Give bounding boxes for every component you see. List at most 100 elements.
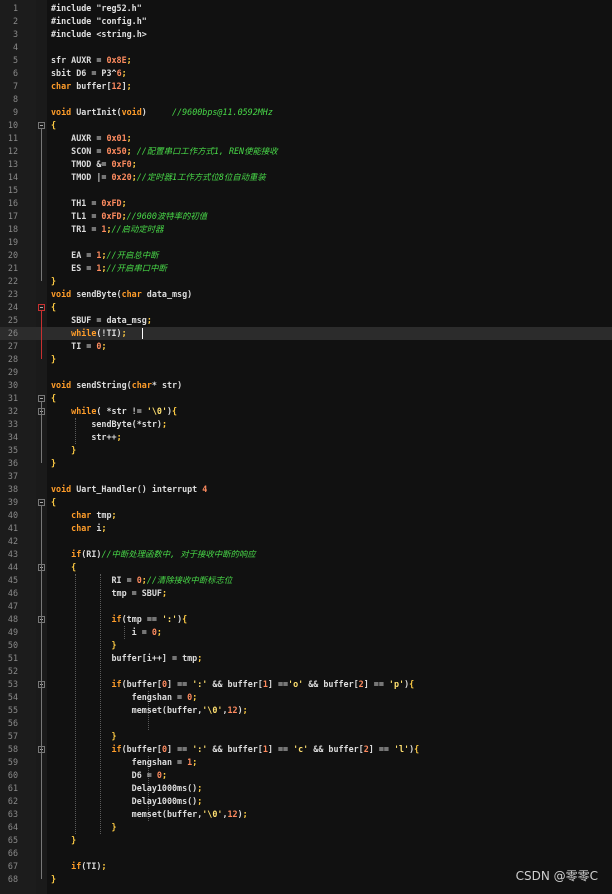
code-line[interactable]: 41 char i; [0, 522, 612, 535]
code-line[interactable]: 27 TI = 0; [0, 340, 612, 353]
code-line[interactable]: 52 [0, 665, 612, 678]
line-number: 4 [12, 42, 18, 52]
code-line[interactable]: 34 str++; [0, 431, 612, 444]
code-line[interactable]: 58 if(buffer[0] == ':' && buffer[1] == '… [0, 743, 612, 756]
code-line[interactable]: 29 [0, 366, 612, 379]
code-line[interactable]: 1 #include "reg52.h" [0, 2, 612, 15]
code-line[interactable]: 48 if(tmp == ':'){ [0, 613, 612, 626]
line-source: TI = 0; [51, 340, 106, 353]
fold-range-line [41, 311, 42, 359]
fold-toggle-icon[interactable] [38, 499, 45, 506]
code-line[interactable]: 7 char buffer[12]; [0, 80, 612, 93]
line-number: 42 [7, 536, 18, 546]
code-token: Delay1000ms() [51, 783, 198, 793]
code-line[interactable]: 44 { [0, 561, 612, 574]
code-line[interactable]: 38 void Uart_Handler() interrupt 4 [0, 483, 612, 496]
line-source: if(TI); [51, 860, 106, 873]
line-number: 38 [7, 484, 18, 494]
code-editor[interactable]: 1 #include "reg52.h" 2 #include "config.h" 3… [0, 0, 612, 894]
code-line[interactable]: 28} [0, 353, 612, 366]
code-line[interactable]: 60 D6 = 0; [0, 769, 612, 782]
code-line[interactable]: 36} [0, 457, 612, 470]
code-area[interactable]: 1 #include "reg52.h" 2 #include "config.h" 3… [0, 0, 612, 894]
line-source: #include "config.h" [51, 15, 147, 28]
code-token: * str) [151, 380, 183, 390]
line-source: while( *str != '\0'){ [51, 405, 177, 418]
code-line[interactable]: 18 TR1 = 1;//启动定时器 [0, 223, 612, 236]
code-line[interactable]: 45 RI = 0;//清除接收中断标志位 [0, 574, 612, 587]
fold-range-line [41, 753, 42, 827]
code-line[interactable]: 32 while( *str != '\0'){ [0, 405, 612, 418]
line-number: 22 [7, 276, 18, 286]
fold-toggle-icon[interactable] [38, 304, 45, 311]
code-line[interactable]: 40 char tmp; [0, 509, 612, 522]
code-line[interactable]: 42 [0, 535, 612, 548]
code-token: TL1 = [51, 211, 102, 221]
code-line[interactable]: 17 TL1 = 0xFD;//9600波特率的初值 [0, 210, 612, 223]
code-line[interactable]: 19 [0, 236, 612, 249]
code-line[interactable]: 2 #include "config.h" [0, 15, 612, 28]
code-line[interactable]: 26 while(!TI); [0, 327, 612, 340]
code-line[interactable]: 59 fengshan = 1; [0, 756, 612, 769]
line-number: 35 [7, 445, 18, 455]
code-line[interactable]: 50 } [0, 639, 612, 652]
code-line[interactable]: 31 { [0, 392, 612, 405]
line-number: 55 [7, 705, 18, 715]
code-line[interactable]: 61 Delay1000ms(); [0, 782, 612, 795]
code-token: sfr AUXR = [51, 55, 107, 65]
code-line[interactable]: 47 [0, 600, 612, 613]
code-line[interactable]: 25 SBUF = data_msg; [0, 314, 612, 327]
code-line[interactable]: 43 if(RI)//中断处理函数中, 对于接收中断的响应 [0, 548, 612, 561]
line-number: 5 [12, 55, 18, 65]
fold-toggle-icon[interactable] [38, 395, 45, 402]
code-line[interactable]: 65 } [0, 834, 612, 847]
code-line[interactable]: 22} [0, 275, 612, 288]
code-line[interactable]: 20 EA = 1;//开启总中断 [0, 249, 612, 262]
code-token: EA = [51, 250, 97, 260]
code-line[interactable]: 12 SCON = 0x50; //配置串口工作方式1, REN使能接收 [0, 145, 612, 158]
code-token: ; [242, 705, 248, 715]
code-line[interactable]: 63 memset(buffer,'\0',12); [0, 808, 612, 821]
code-line[interactable]: 10 { [0, 119, 612, 132]
code-line[interactable]: 6 sbit D6 = P3^6; [0, 67, 612, 80]
code-token: 0x8E [106, 55, 127, 65]
code-line[interactable]: 56 [0, 717, 612, 730]
code-line[interactable]: 4 [0, 41, 612, 54]
code-line[interactable]: 46 tmp = SBUF; [0, 587, 612, 600]
fold-toggle-icon[interactable] [38, 122, 45, 129]
code-line[interactable]: 30 void sendString(char* str) [0, 379, 612, 392]
code-line[interactable]: 8 [0, 93, 612, 106]
code-token: ] == [167, 679, 193, 689]
code-line[interactable]: 21 ES = 1;//开启串口中断 [0, 262, 612, 275]
code-line[interactable]: 39 { [0, 496, 612, 509]
code-token: && buffer[ [303, 679, 359, 689]
code-line[interactable]: 33 sendByte(*str); [0, 418, 612, 431]
code-line[interactable]: 24 { [0, 301, 612, 314]
code-line[interactable]: 57 } [0, 730, 612, 743]
code-line[interactable]: 54 fengshan = 0; [0, 691, 612, 704]
code-line[interactable]: 23 void sendByte(char data_msg) [0, 288, 612, 301]
code-token: D6 = [51, 770, 157, 780]
code-line[interactable]: 64 } [0, 821, 612, 834]
code-line[interactable]: 3 #include <string.h> [0, 28, 612, 41]
code-line[interactable]: 51 buffer[i++] = tmp; [0, 652, 612, 665]
code-line[interactable]: 49 i = 0; [0, 626, 612, 639]
code-line[interactable]: 5 sfr AUXR = 0x8E; [0, 54, 612, 67]
code-line[interactable]: 16 TH1 = 0xFD; [0, 197, 612, 210]
line-source: while(!TI); [51, 327, 126, 340]
code-token: ; [116, 432, 122, 442]
fold-range-line [41, 688, 42, 736]
line-source: TMOD |= 0x20;//定时器1工作方式位8位自动重装 [51, 171, 266, 184]
code-line[interactable]: 15 [0, 184, 612, 197]
code-line[interactable]: 11 AUXR = 0x01; [0, 132, 612, 145]
code-line[interactable]: 53 if(buffer[0] == ':' && buffer[1] =='o… [0, 678, 612, 691]
code-line[interactable]: 55 memset(buffer,'\0',12); [0, 704, 612, 717]
code-line[interactable]: 14 TMOD |= 0x20;//定时器1工作方式位8位自动重装 [0, 171, 612, 184]
code-line[interactable]: 35 } [0, 444, 612, 457]
code-line[interactable]: 66 [0, 847, 612, 860]
code-line[interactable]: 62 Delay1000ms(); [0, 795, 612, 808]
code-token: (!TI) [96, 328, 122, 338]
code-line[interactable]: 13 TMOD &= 0xF0; [0, 158, 612, 171]
code-line[interactable]: 9 void UartInit(void) //9600bps@11.0592MH… [0, 106, 612, 119]
code-line[interactable]: 37 [0, 470, 612, 483]
